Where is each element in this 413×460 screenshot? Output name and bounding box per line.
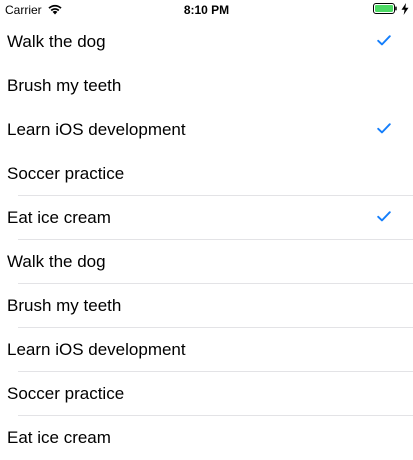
list-item[interactable]: Learn iOS development [0, 108, 413, 152]
battery-icon [373, 3, 397, 14]
bolt-icon [401, 3, 409, 15]
list-item-label: Walk the dog [7, 32, 106, 51]
checkmark-icon [377, 35, 391, 46]
list-item[interactable]: Learn iOS development [0, 328, 413, 372]
list-item[interactable]: Soccer practice [0, 372, 413, 416]
status-time: 8:10 PM [183, 3, 230, 17]
list-item-label: Learn iOS development [7, 340, 186, 359]
list-item[interactable]: Brush my teeth [0, 284, 413, 328]
list-item-label: Walk the dog [7, 252, 106, 271]
checkmark-icon [377, 211, 391, 222]
list-item-label: Eat ice cream [7, 428, 111, 447]
list-item[interactable]: Soccer practice [0, 152, 413, 196]
list-item-label: Soccer practice [7, 164, 125, 183]
status-bar: Carrier 8:10 PM [0, 0, 413, 20]
list-item[interactable]: Eat ice cream [0, 196, 413, 240]
todo-list: Walk the dog Brush my teeth Learn iOS deve… [0, 20, 413, 460]
list-item[interactable]: Brush my teeth [0, 64, 413, 108]
list-item[interactable]: Walk the dog [0, 240, 413, 284]
checkmark-icon [377, 123, 391, 134]
list-item-label: Brush my teeth [7, 296, 122, 315]
list-item-label: Brush my teeth [7, 76, 122, 95]
list-item-label: Eat ice cream [7, 208, 111, 227]
list-item[interactable]: Eat ice cream [0, 416, 413, 460]
list-item-label: Learn iOS development [7, 120, 186, 139]
list-item[interactable]: Walk the dog [0, 20, 413, 64]
list-item-label: Soccer practice [7, 384, 125, 403]
